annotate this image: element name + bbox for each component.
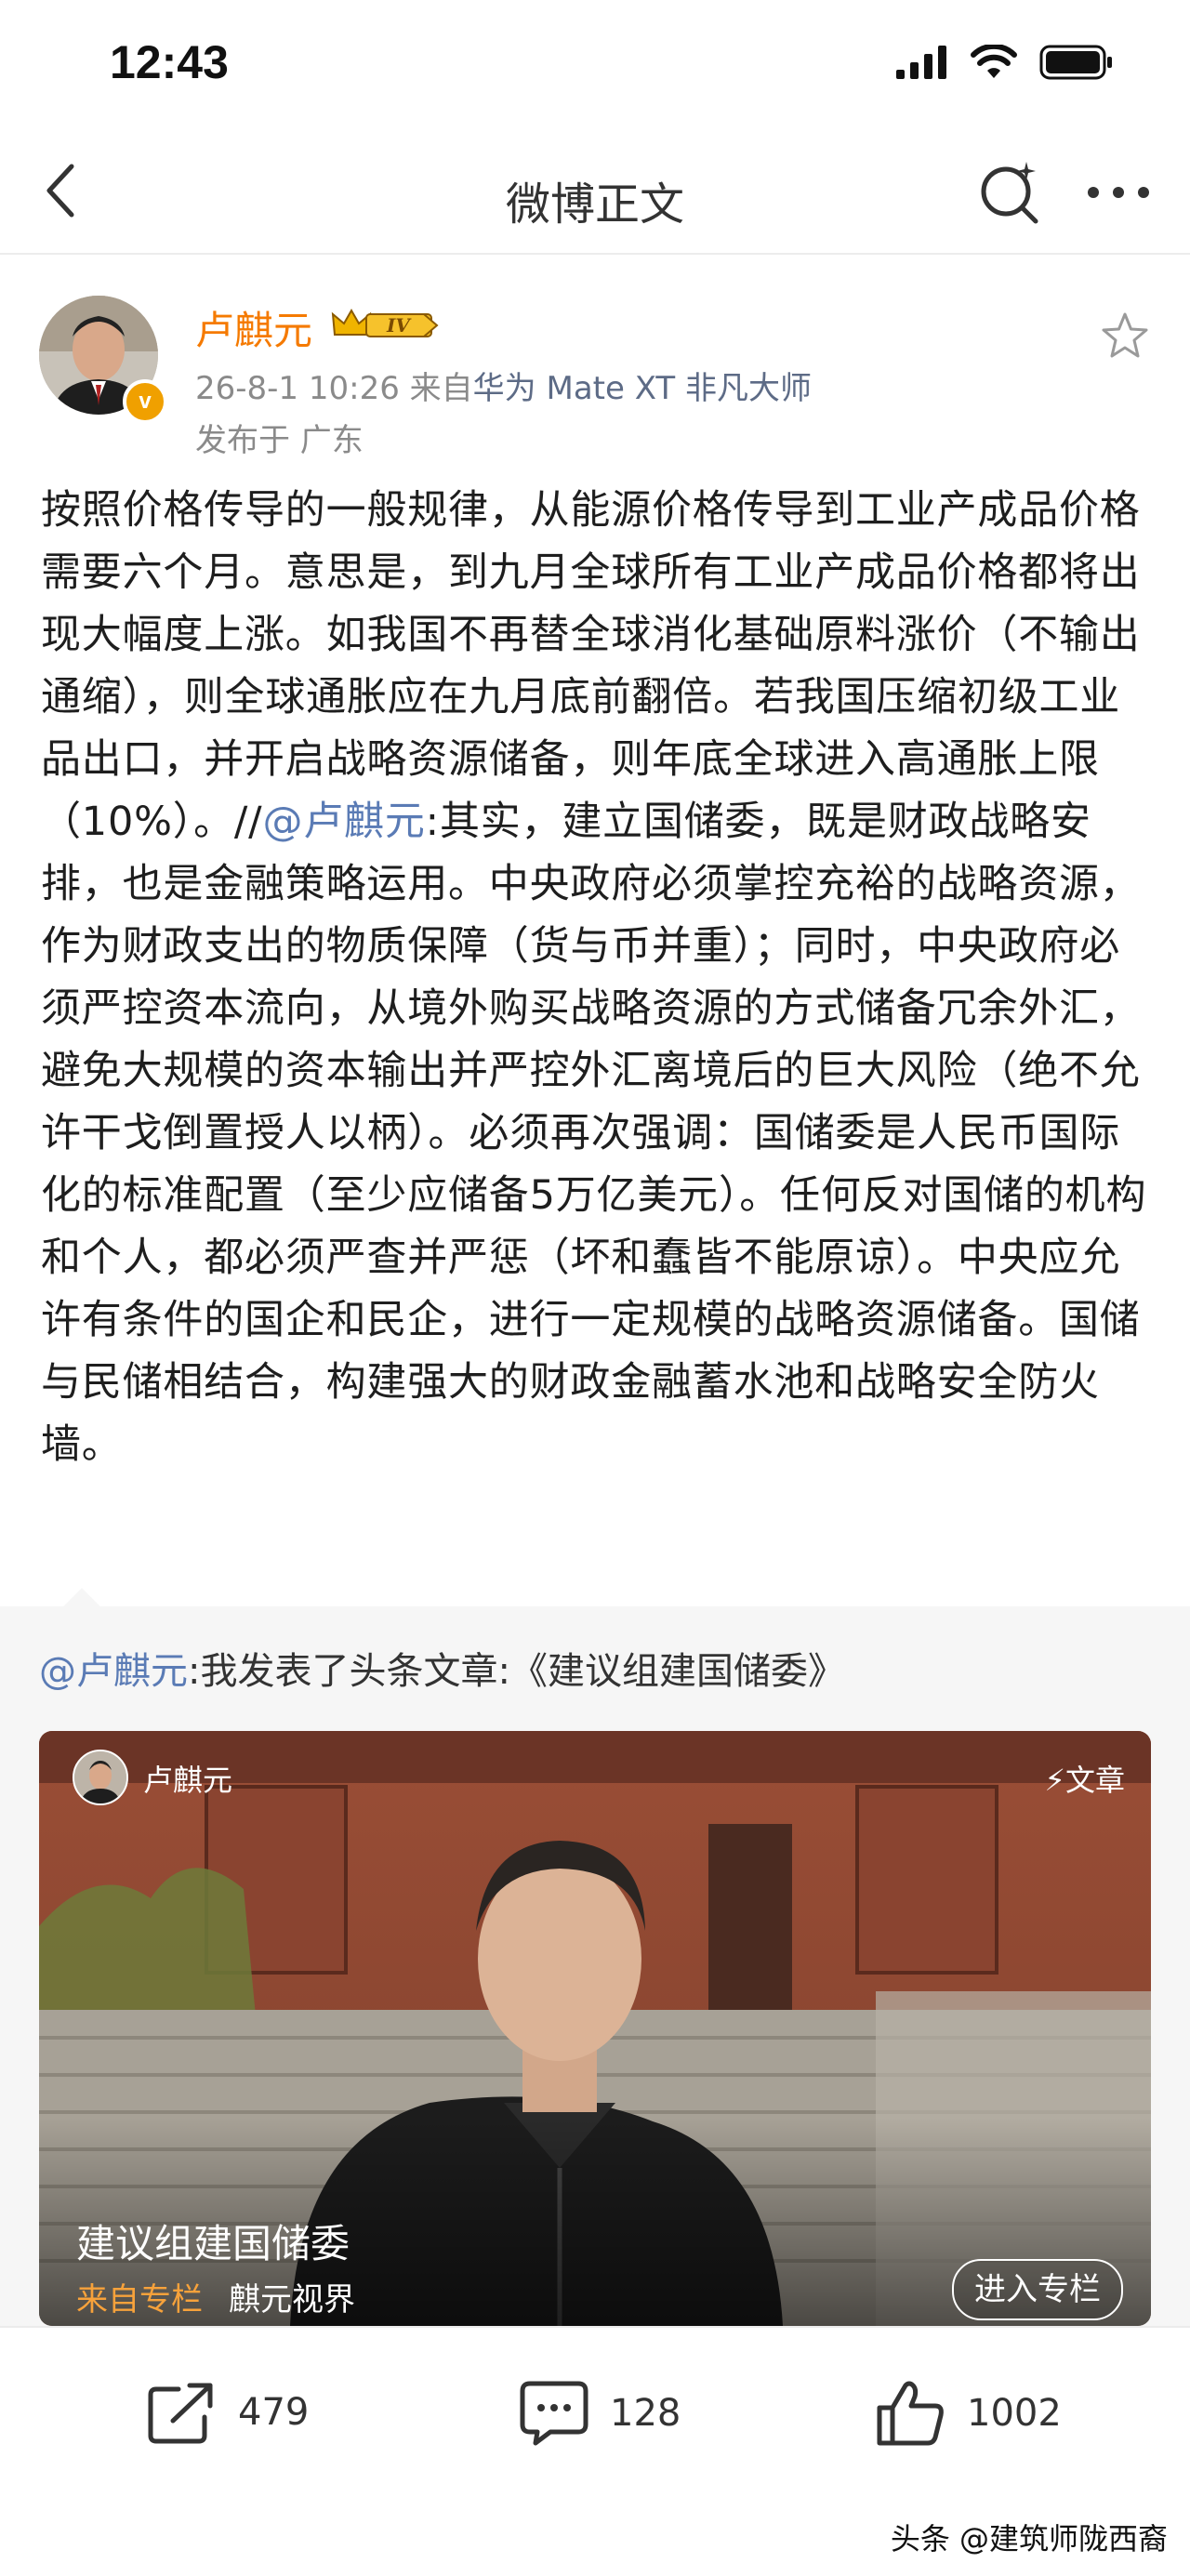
status-icons	[896, 45, 1114, 80]
article-card[interactable]: 卢麒元 ⚡文章 建议组建国储委 来自专栏 麒元视界 进入专栏	[39, 1731, 1151, 2326]
share-button[interactable]: 479	[147, 2380, 309, 2445]
post-location: 发布于 广东	[195, 422, 364, 459]
repost-mention-link[interactable]: @卢麒元	[39, 1650, 188, 1693]
signal-icon	[896, 46, 946, 79]
post-meta: 26-8-1 10:26 来自华为 Mate XT 非凡大师	[195, 363, 812, 408]
card-author-name: 卢麒元	[143, 1763, 233, 1798]
comment-icon	[520, 2381, 588, 2446]
thumbs-up-icon	[877, 2381, 944, 2446]
lightning-icon: ⚡	[1044, 1763, 1065, 1798]
verified-badge: v	[123, 379, 167, 424]
search-icon	[981, 162, 1038, 224]
article-title: 建议组建国储委	[76, 2221, 350, 2266]
comment-button[interactable]: 128	[519, 2380, 681, 2447]
like-count: 1002	[967, 2392, 1062, 2435]
star-icon	[1102, 312, 1148, 358]
repost-text: @卢麒元:我发表了头条文章:《建议组建国储委》	[39, 1641, 845, 1695]
card-type-text: 文章	[1064, 1763, 1125, 1798]
share-count: 479	[238, 2391, 310, 2434]
post-body-part2: :其实，建立国储委，既是财政战略安排，也是金融策略运用。中央政府必须掌控充裕的战…	[41, 799, 1147, 1468]
share-icon	[148, 2383, 213, 2444]
status-time: 12:43	[110, 36, 229, 88]
post-body: 按照价格传导的一般规律，从能源价格传导到工业产成品价格需要六个月。意思是，到九月…	[41, 480, 1157, 1476]
device-link[interactable]: 华为 Mate XT 非凡大师	[473, 370, 812, 407]
author-name[interactable]: 卢麒元	[195, 299, 312, 356]
post-timestamp: 26-8-1 10:26	[195, 370, 400, 407]
crown-level-icon: IV	[331, 308, 439, 337]
wifi-icon	[971, 45, 1017, 78]
more-button[interactable]	[1078, 160, 1158, 225]
status-bar: 12:43	[0, 0, 1190, 130]
favorite-button[interactable]	[1097, 309, 1153, 364]
like-button[interactable]: 1002	[876, 2380, 1062, 2447]
column-from-label: 来自专栏	[76, 2281, 203, 2318]
repost-body: :我发表了头条文章:《建议组建国储委》	[188, 1650, 845, 1693]
comment-count: 128	[610, 2392, 681, 2435]
battery-icon	[1039, 45, 1112, 80]
card-type-label: ⚡文章	[1045, 1757, 1125, 1800]
search-button[interactable]	[978, 160, 1043, 225]
enter-column-button[interactable]: 进入专栏	[952, 2259, 1123, 2320]
source-prefix: 来自	[409, 370, 473, 407]
bottom-action-bar: 479 128 1002 头条 @建筑师陇西裔	[0, 2326, 1190, 2576]
more-dots-icon	[1088, 187, 1149, 198]
column-name: 麒元视界	[229, 2281, 355, 2318]
watermark: 头条 @建筑师陇西裔	[890, 2521, 1168, 2556]
card-author-avatar	[73, 1750, 128, 1805]
mention-link[interactable]: @卢麒元	[262, 799, 425, 845]
post-body-part1: 按照价格传导的一般规律，从能源价格传导到工业产成品价格需要六个月。意思是，到九月…	[41, 487, 1141, 845]
nav-bar: 微博正文	[0, 130, 1190, 255]
level-badge-text: IV	[386, 314, 412, 337]
